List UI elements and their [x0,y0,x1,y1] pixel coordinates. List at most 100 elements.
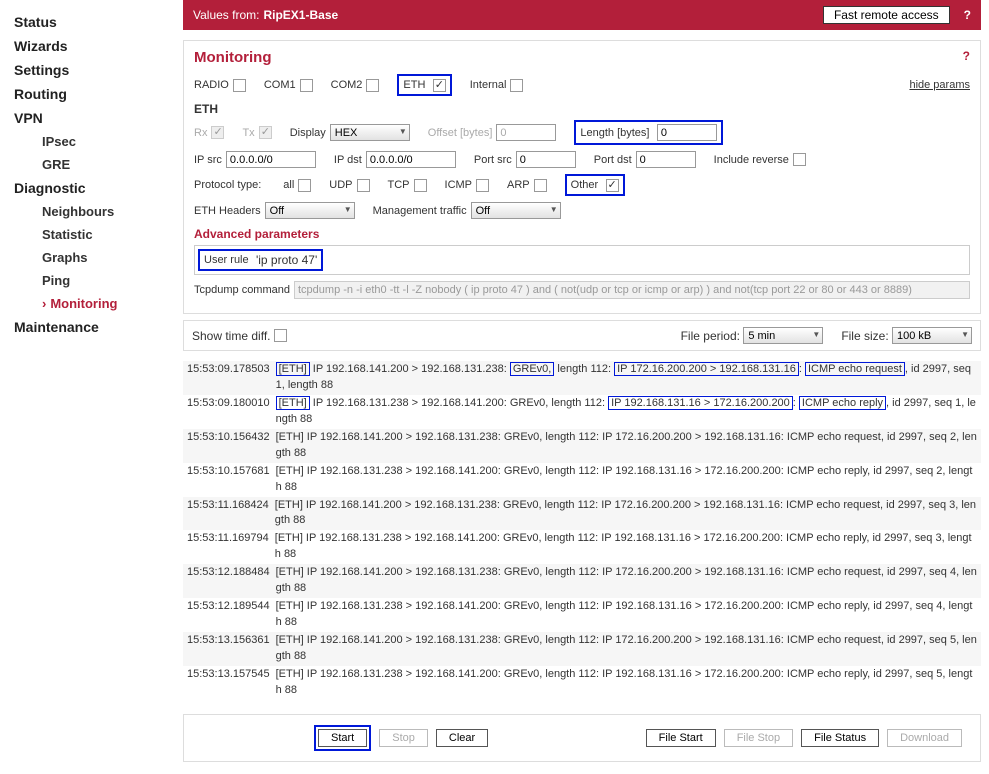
iface-internal-label: Internal [470,79,507,91]
display-select[interactable]: HEX [330,124,410,141]
start-button-highlight: Start [314,725,371,751]
rx-checkbox [211,126,224,139]
length-input[interactable] [657,124,717,141]
topbar-help-icon[interactable]: ? [964,8,971,22]
iface-internal-checkbox[interactable] [510,79,523,92]
nav-status[interactable]: Status [14,10,174,34]
log-line: 15:53:11.168424[ETH] IP 192.168.141.200 … [183,497,981,531]
nav-statistic[interactable]: Statistic [14,223,174,246]
log-timestamp: 15:53:11.169794 [187,531,275,563]
nav-diagnostic[interactable]: Diagnostic [14,176,174,200]
log-content: [ETH] IP 192.168.141.200 > 192.168.131.2… [276,633,977,665]
file-start-button[interactable]: File Start [646,729,716,747]
offset-label: Offset [bytes] [428,127,493,139]
file-status-button[interactable]: File Status [801,729,879,747]
log-timestamp: 15:53:13.156361 [187,633,276,665]
mgmt-traffic-select[interactable]: Off [471,202,561,219]
log-highlight-box: [ETH] [276,396,310,410]
include-reverse-label: Include reverse [714,154,789,166]
eth-section-header: ETH [194,102,970,116]
iface-com1-checkbox[interactable] [300,79,313,92]
tx-checkbox [259,126,272,139]
file-size-select[interactable]: 100 kB [892,327,972,344]
nav-ping[interactable]: Ping [14,269,174,292]
log-highlight-box: IP 172.16.200.200 > 192.168.131.16 [614,362,799,376]
log-line: 15:53:12.189544[ETH] IP 192.168.131.238 … [183,598,981,632]
log-highlight-box: GREv0, [510,362,555,376]
show-time-diff-checkbox[interactable] [274,329,287,342]
log-content: [ETH] IP 192.168.131.238 > 192.168.141.2… [276,396,977,428]
portsrc-input[interactable] [516,151,576,168]
log-line: 15:53:13.156361[ETH] IP 192.168.141.200 … [183,632,981,666]
download-button: Download [887,729,962,747]
mgmt-traffic-label: Management traffic [373,205,467,217]
sidebar: Status Wizards Settings Routing VPN IPse… [0,0,175,774]
advanced-params-header: Advanced parameters [194,227,970,241]
iface-eth-checkbox[interactable] [433,79,446,92]
log-line: 15:53:13.157545[ETH] IP 192.168.131.238 … [183,666,981,700]
log-timestamp: 15:53:13.157545 [187,667,276,699]
nav-routing[interactable]: Routing [14,82,174,106]
file-stop-button: File Stop [724,729,793,747]
portdst-input[interactable] [636,151,696,168]
log-content: [ETH] IP 192.168.141.200 > 192.168.131.2… [275,498,977,530]
topbar-unit-name: RipEX1-Base [263,8,338,22]
include-reverse-checkbox[interactable] [793,153,806,166]
proto-tcp-checkbox[interactable] [414,179,427,192]
nav-settings[interactable]: Settings [14,58,174,82]
proto-other-highlight: Other [565,174,625,196]
proto-all-checkbox[interactable] [298,179,311,192]
nav-monitoring[interactable]: ›Monitoring [14,292,174,315]
nav-wizards[interactable]: Wizards [14,34,174,58]
main-content: Values from: RipEX1-Base Fast remote acc… [175,0,989,774]
show-time-diff-label: Show time diff. [192,329,270,343]
log-timestamp: 15:53:12.188484 [187,565,276,597]
nav-vpn[interactable]: VPN [14,106,174,130]
file-period-label: File period: [681,329,740,343]
nav-gre[interactable]: GRE [14,153,174,176]
log-content: [ETH] IP 192.168.131.238 > 192.168.141.2… [275,531,977,563]
rx-label: Rx [194,127,207,139]
topbar-label: Values from: [193,8,259,22]
iface-com2-label: COM2 [331,79,363,91]
hide-params-link[interactable]: hide params [909,79,970,91]
proto-type-label: Protocol type: [194,179,261,191]
length-highlight: Length [bytes] [574,120,722,145]
tcpdump-command-display [294,281,970,299]
log-content: [ETH] IP 192.168.131.238 > 192.168.141.2… [276,464,977,496]
log-line: 15:53:09.180010[ETH] IP 192.168.131.238 … [183,395,981,429]
iface-radio-checkbox[interactable] [233,79,246,92]
fast-remote-access-button[interactable]: Fast remote access [823,6,950,24]
ipdst-label: IP dst [334,154,362,166]
proto-icmp-checkbox[interactable] [476,179,489,192]
log-line: 15:53:10.156432[ETH] IP 192.168.141.200 … [183,429,981,463]
start-button[interactable]: Start [318,729,367,747]
nav-ipsec[interactable]: IPsec [14,130,174,153]
top-bar: Values from: RipEX1-Base Fast remote acc… [183,0,981,30]
eth-headers-select[interactable]: Off [265,202,355,219]
log-timestamp: 15:53:09.178503 [187,362,276,394]
log-timestamp: 15:53:10.157681 [187,464,276,496]
proto-udp-checkbox[interactable] [357,179,370,192]
user-rule-input[interactable] [323,252,966,268]
file-period-select[interactable]: 5 min [743,327,823,344]
nav-graphs[interactable]: Graphs [14,246,174,269]
offset-input [496,124,556,141]
ipsrc-input[interactable] [226,151,316,168]
length-label: Length [bytes] [580,127,649,139]
log-line: 15:53:09.178503[ETH] IP 192.168.141.200 … [183,361,981,395]
panel-help-icon[interactable]: ? [963,49,970,63]
log-output: 15:53:09.178503 [ETH] IP 192.168.141.200 … [183,357,981,704]
nav-neighbours[interactable]: Neighbours [14,200,174,223]
iface-com1-label: COM1 [264,79,296,91]
ipdst-input[interactable] [366,151,456,168]
log-line: 15:53:12.188484[ETH] IP 192.168.141.200 … [183,564,981,598]
clear-button[interactable]: Clear [436,729,488,747]
proto-arp-checkbox[interactable] [534,179,547,192]
stop-button: Stop [379,729,428,747]
iface-com2-checkbox[interactable] [366,79,379,92]
nav-maintenance[interactable]: Maintenance [14,315,174,339]
eth-headers-label: ETH Headers [194,205,261,217]
proto-other-checkbox[interactable] [606,179,619,192]
log-content: [ETH] IP 192.168.131.238 > 192.168.141.2… [276,667,977,699]
